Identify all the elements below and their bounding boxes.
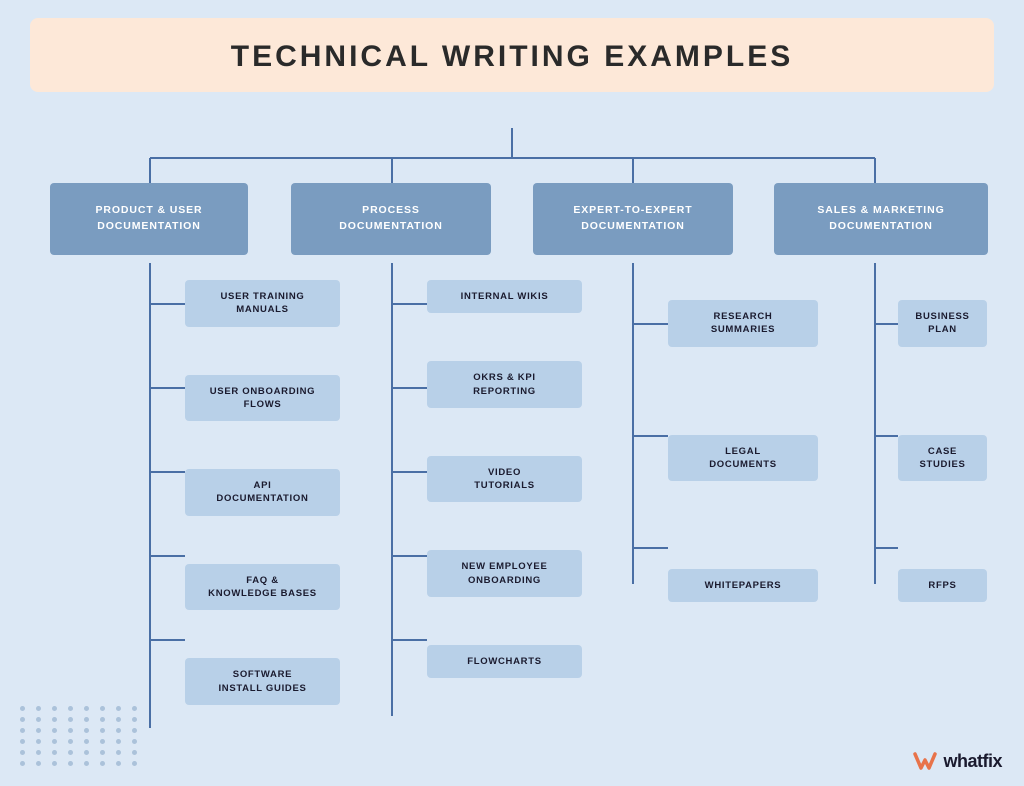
page-title: TECHNICAL WRITING EXAMPLES — [231, 40, 793, 73]
cat-label-col2: PROCESSDOCUMENTATION — [339, 203, 442, 235]
cat-label-col1: PRODUCT & USERDOCUMENTATION — [95, 203, 202, 235]
category-col1: PRODUCT & USERDOCUMENTATION — [50, 183, 248, 255]
cat-label-col3: EXPERT-TO-EXPERTDOCUMENTATION — [573, 203, 692, 235]
list-item: INTERNAL WIKIS — [427, 280, 582, 313]
whatfix-logo-icon — [911, 750, 939, 772]
list-item: USER TRAININGMANUALS — [185, 280, 340, 327]
cat-box-col2: PROCESSDOCUMENTATION — [291, 183, 491, 255]
list-item: LEGALDOCUMENTS — [668, 435, 818, 482]
category-col2: PROCESSDOCUMENTATION — [291, 183, 491, 255]
list-item: NEW EMPLOYEEONBOARDING — [427, 550, 582, 597]
cat-box-col1: PRODUCT & USERDOCUMENTATION — [50, 183, 248, 255]
category-col4: SALES & MARKETINGDOCUMENTATION — [774, 183, 988, 255]
items-col3: RESEARCHSUMMARIES LEGALDOCUMENTS WHITEPA… — [668, 300, 818, 602]
items-col2: INTERNAL WIKIS OKRS & KPIREPORTING VIDEO… — [427, 280, 582, 678]
header-box: TECHNICAL WRITING EXAMPLES — [30, 18, 994, 92]
list-item: CASE STUDIES — [898, 435, 987, 482]
list-item: RFPS — [898, 569, 987, 602]
list-item: WHITEPAPERS — [668, 569, 818, 602]
cat-box-col4: SALES & MARKETINGDOCUMENTATION — [774, 183, 988, 255]
list-item: OKRS & KPIREPORTING — [427, 361, 582, 408]
whatfix-logo: whatfix — [911, 750, 1002, 772]
list-item: SOFTWAREINSTALL GUIDES — [185, 658, 340, 705]
whatfix-text: whatfix — [943, 751, 1002, 772]
chart-area: PRODUCT & USERDOCUMENTATION PROCESSDOCUM… — [30, 128, 994, 736]
list-item: USER ONBOARDINGFLOWS — [185, 375, 340, 422]
page-container: TECHNICAL WRITING EXAMPLES — [0, 18, 1024, 786]
list-item: FAQ &KNOWLEDGE BASES — [185, 564, 340, 611]
dots-decoration — [20, 706, 142, 766]
list-item: VIDEOTUTORIALS — [427, 456, 582, 503]
cat-label-col4: SALES & MARKETINGDOCUMENTATION — [817, 203, 944, 235]
list-item: BUSINESS PLAN — [898, 300, 987, 347]
cat-box-col3: EXPERT-TO-EXPERTDOCUMENTATION — [533, 183, 733, 255]
list-item: RESEARCHSUMMARIES — [668, 300, 818, 347]
items-col4: BUSINESS PLAN CASE STUDIES RFPS — [898, 300, 987, 602]
items-col1: USER TRAININGMANUALS USER ONBOARDINGFLOW… — [185, 280, 340, 705]
list-item: FLOWCHARTS — [427, 645, 582, 678]
list-item: APIDOCUMENTATION — [185, 469, 340, 516]
category-col3: EXPERT-TO-EXPERTDOCUMENTATION — [533, 183, 733, 255]
